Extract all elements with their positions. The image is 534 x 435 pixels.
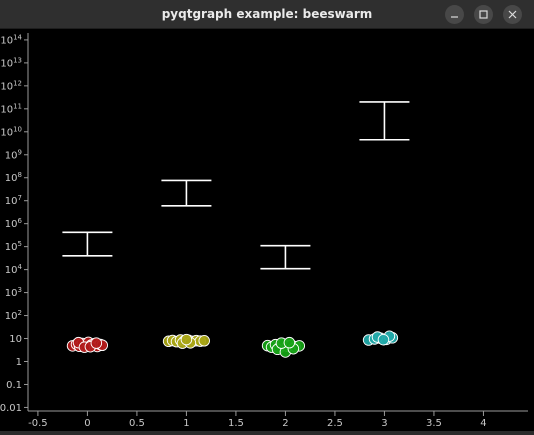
plot-area[interactable]: 0.01 0.1 1 10 102 103 104 105 106 107 108 109 1010 10… [0, 29, 534, 431]
y-tick-label: 102 [5, 309, 22, 322]
data-points [66, 330, 399, 358]
x-axis: -0.5 0 0.5 1 1.5 2 2.5 3 3.5 4 [28, 410, 528, 429]
close-icon [508, 10, 517, 19]
beeswarm-chart[interactable]: 0.010.1110102103104105106107108109101010… [0, 29, 534, 431]
series-3 [362, 330, 399, 346]
y-tick-label: 0.1 [6, 380, 22, 391]
x-tick-label: 0 [84, 418, 90, 429]
error-bar [161, 179, 212, 207]
y-tick-label: 109 [5, 148, 22, 161]
y-tick-label: 10 [9, 334, 22, 345]
y-tick-label: 103 [5, 286, 22, 299]
series-0 [66, 336, 109, 353]
y-tick-label: 0.01 [0, 403, 22, 414]
window-titlebar[interactable]: pyqtgraph example: beeswarm [0, 0, 534, 29]
data-point [377, 333, 390, 346]
error-bar [260, 244, 311, 270]
error-bars [62, 101, 410, 270]
series-1 [162, 333, 210, 349]
y-tick-label: 1013 [0, 56, 22, 69]
x-tick-label: 4 [480, 418, 486, 429]
y-tick-label: 1 [16, 357, 22, 368]
minimize-icon [451, 16, 458, 18]
y-tick-label: 1012 [0, 79, 22, 92]
error-bar [62, 231, 113, 257]
data-point [90, 337, 103, 349]
x-tick-label: 3.5 [426, 418, 442, 429]
data-point [198, 335, 210, 347]
close-button[interactable] [503, 5, 522, 24]
minimize-button[interactable] [445, 5, 464, 24]
y-tick-label: 1014 [0, 33, 22, 46]
x-tick-label: -0.5 [28, 418, 48, 429]
series-2 [261, 336, 306, 358]
y-tick-label: 1010 [0, 125, 22, 138]
y-axis: 0.01 0.1 1 10 102 103 104 105 106 107 108 109 1010 10… [0, 33, 29, 414]
x-tick-label: 3 [381, 418, 387, 429]
maximize-button[interactable] [474, 5, 493, 24]
y-tick-label: 106 [5, 217, 23, 230]
y-tick-label: 104 [5, 263, 23, 276]
data-point [283, 336, 296, 349]
x-tick-label: 1.5 [228, 418, 244, 429]
y-tick-label: 108 [5, 171, 22, 184]
x-tick-label: 0.5 [129, 418, 145, 429]
x-tick-label: 2 [282, 418, 288, 429]
maximize-icon [479, 10, 488, 19]
error-bar [359, 101, 410, 141]
x-tick-label: 2.5 [327, 418, 343, 429]
data-point [180, 333, 193, 346]
x-tick-label: 1 [183, 418, 189, 429]
y-tick-label: 105 [5, 240, 22, 253]
y-tick-label: 107 [5, 194, 22, 207]
y-tick-label: 1011 [0, 102, 22, 115]
